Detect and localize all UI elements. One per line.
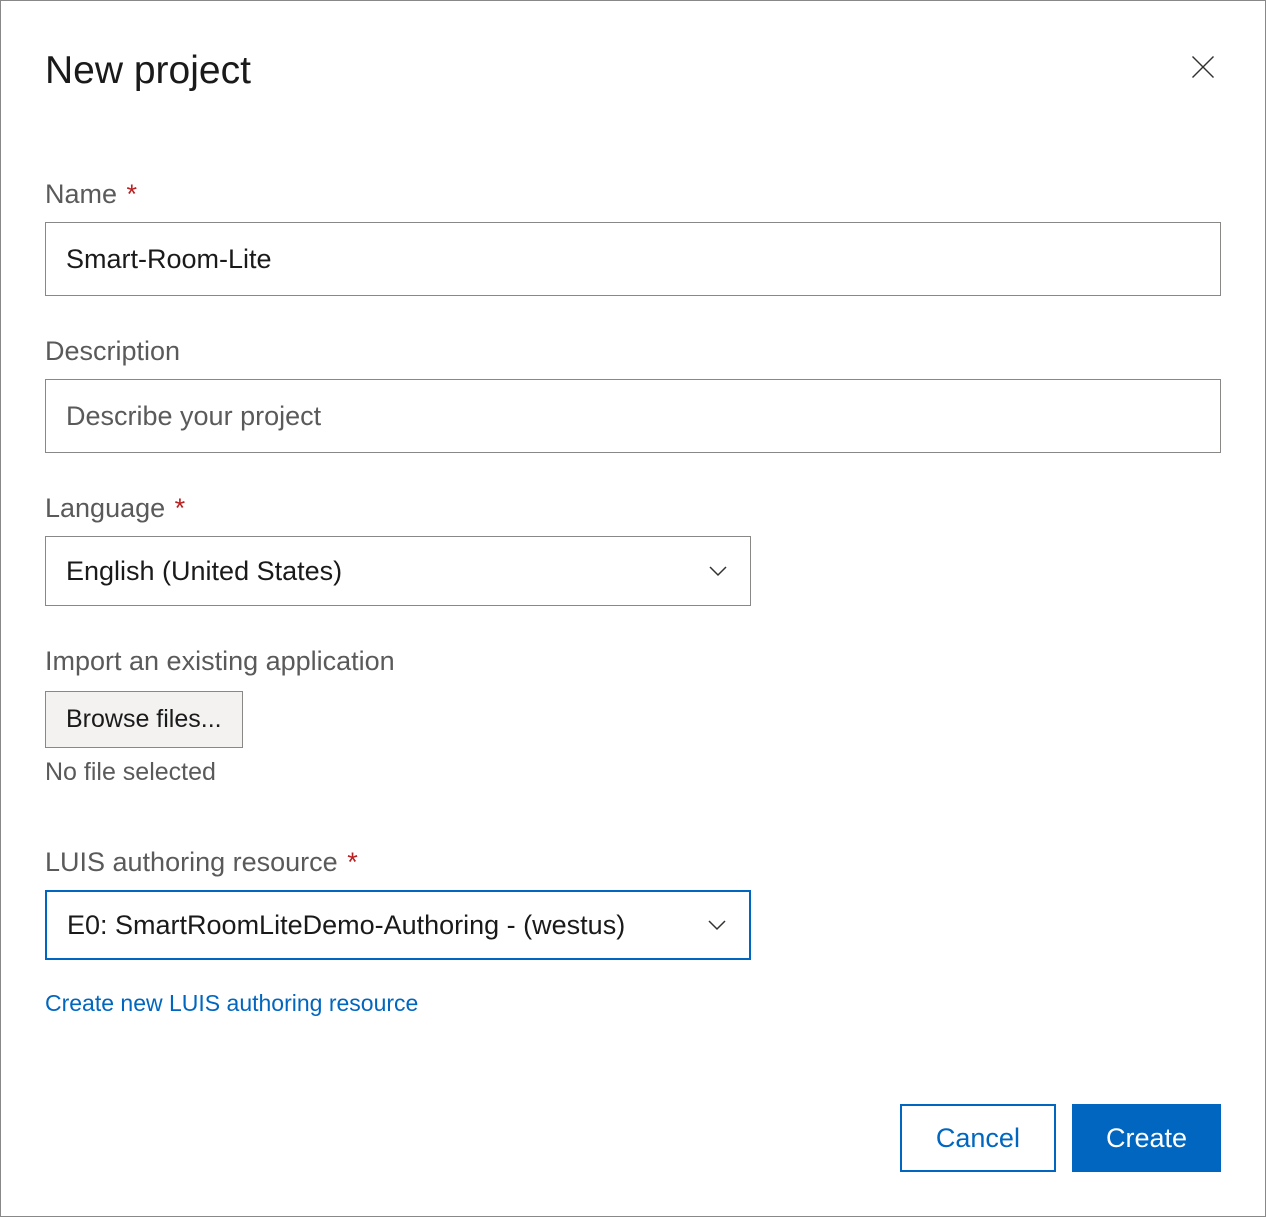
create-button[interactable]: Create [1072,1104,1221,1172]
chevron-down-icon [706,559,730,583]
import-section: Import an existing application Browse fi… [45,646,1221,787]
dialog-footer: Cancel Create [900,1104,1221,1172]
language-dropdown[interactable]: English (United States) [45,536,751,606]
luis-dropdown[interactable]: E0: SmartRoomLiteDemo-Authoring - (westu… [45,890,751,960]
required-indicator: * [127,179,138,209]
description-input[interactable] [45,379,1221,453]
description-label: Description [45,336,1221,367]
close-icon [1189,53,1217,81]
cancel-button[interactable]: Cancel [900,1104,1056,1172]
name-field: Name * [45,179,1221,296]
language-value: English (United States) [66,556,706,587]
required-indicator: * [347,847,358,877]
luis-section: LUIS authoring resource * E0: SmartRoomL… [45,847,1221,1017]
dialog-title: New project [45,49,251,93]
luis-value: E0: SmartRoomLiteDemo-Authoring - (westu… [67,910,705,941]
browse-files-button[interactable]: Browse files... [45,691,243,748]
luis-label: LUIS authoring resource * [45,847,1221,878]
close-button[interactable] [1185,49,1221,85]
chevron-down-icon [705,913,729,937]
new-project-dialog: New project Name * Description Language … [0,0,1266,1217]
name-label: Name * [45,179,1221,210]
description-field: Description [45,336,1221,453]
dialog-header: New project [45,49,1221,93]
file-status: No file selected [45,758,1221,787]
language-label: Language * [45,493,1221,524]
name-input[interactable] [45,222,1221,296]
create-luis-link[interactable]: Create new LUIS authoring resource [45,990,418,1017]
required-indicator: * [175,493,186,523]
language-field: Language * English (United States) [45,493,1221,606]
import-label: Import an existing application [45,646,1221,677]
